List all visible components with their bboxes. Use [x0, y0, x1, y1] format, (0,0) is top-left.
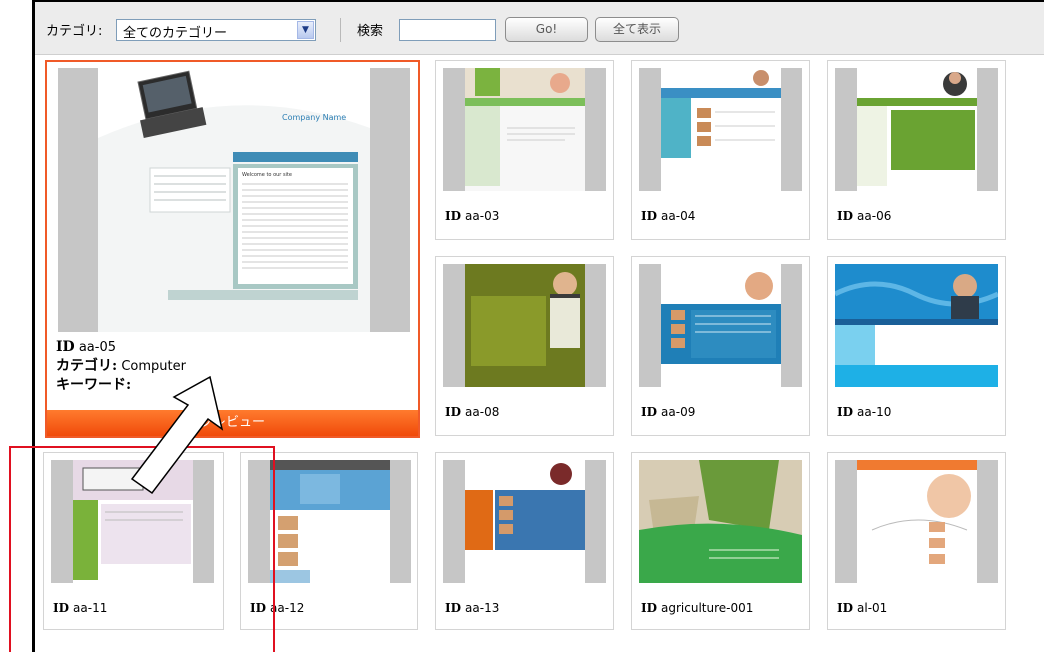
template-card[interactable]: ID aa-13 — [435, 452, 614, 630]
featured-template-card[interactable]: Company Name Welcome to our site ID aa-0… — [45, 60, 420, 438]
thumbnail-preview-image — [465, 460, 585, 550]
template-id: agriculture-001 — [661, 601, 754, 615]
template-id-caption: ID aa-13 — [445, 601, 499, 615]
preview-button[interactable]: プレビュー — [47, 410, 418, 436]
template-card[interactable]: ID al-01 — [827, 452, 1006, 630]
template-thumbnail[interactable] — [639, 460, 802, 583]
template-card[interactable]: ID aa-04 — [631, 60, 810, 240]
template-id-caption: ID aa-08 — [445, 405, 499, 419]
template-card[interactable]: ID aa-09 — [631, 256, 810, 436]
thumbnail-preview-image — [661, 68, 781, 158]
search-label: 検索 — [357, 24, 384, 39]
template-id-caption: ID aa-06 — [837, 209, 891, 223]
template-id-caption: ID al-01 — [837, 601, 887, 615]
show-all-button[interactable]: 全て表示 — [595, 17, 679, 42]
thumbnail-preview-image: Company Name Welcome to our site — [98, 68, 370, 332]
template-thumbnail[interactable] — [443, 68, 606, 191]
template-id-caption: ID aa-04 — [641, 209, 695, 223]
template-id: aa-12 — [270, 601, 305, 615]
thumbnail-company-name: Company Name — [282, 113, 346, 122]
category-select[interactable]: 全てのカテゴリー ▼ — [116, 19, 316, 41]
template-category: Computer — [121, 359, 186, 374]
template-id: aa-03 — [465, 209, 500, 223]
template-thumbnail[interactable] — [639, 264, 802, 387]
template-thumbnail[interactable] — [639, 68, 802, 191]
template-thumbnail[interactable] — [443, 460, 606, 583]
keyword-field-label: キーワード: — [56, 377, 132, 393]
thumbnail-preview-image — [270, 460, 390, 583]
template-id: aa-04 — [661, 209, 696, 223]
id-label: ID — [641, 405, 658, 419]
thumbnail-preview-image — [857, 460, 977, 583]
template-id-caption: ID aa-03 — [445, 209, 499, 223]
template-thumbnail[interactable] — [835, 68, 998, 191]
thumbnail-preview-image — [661, 264, 781, 364]
annotation-arrow-icon — [130, 375, 224, 495]
thumbnail-preview-image — [835, 264, 998, 387]
thumbnail-welcome-text: Welcome to our site — [242, 172, 292, 178]
thumbnail-preview-image — [639, 460, 802, 583]
id-label: ID — [445, 209, 462, 223]
id-label: ID — [837, 405, 854, 419]
chevron-down-icon[interactable]: ▼ — [297, 21, 314, 39]
template-thumbnail[interactable] — [835, 460, 998, 583]
template-id-caption: ID aa-09 — [641, 405, 695, 419]
template-id: aa-09 — [661, 405, 696, 419]
template-card[interactable]: ID aa-03 — [435, 60, 614, 240]
template-id-caption: ID aa-10 — [837, 405, 891, 419]
id-label: ID — [641, 601, 658, 615]
template-card[interactable]: ID aa-06 — [827, 60, 1006, 240]
thumbnail-preview-image — [857, 68, 977, 186]
template-thumbnail[interactable] — [835, 264, 998, 387]
id-label: ID — [445, 405, 462, 419]
template-id: al-01 — [857, 601, 888, 615]
filter-toolbar: カテゴリ: 全てのカテゴリー ▼ 検索 Go! 全て表示 — [35, 2, 1044, 55]
id-label: ID — [641, 209, 658, 223]
template-thumbnail[interactable] — [443, 264, 606, 387]
template-id: aa-13 — [465, 601, 500, 615]
category-label: カテゴリ: — [46, 24, 103, 39]
id-label: ID — [56, 339, 75, 355]
category-field-label: カテゴリ: — [56, 358, 118, 374]
thumbnail-preview-image — [465, 264, 585, 387]
template-id: aa-08 — [465, 405, 500, 419]
id-label: ID — [445, 601, 462, 615]
template-id: aa-05 — [78, 340, 117, 355]
template-id: aa-06 — [857, 209, 892, 223]
template-id: aa-10 — [857, 405, 892, 419]
id-label: ID — [837, 209, 854, 223]
id-label: ID — [837, 601, 854, 615]
toolbar-divider — [340, 18, 341, 42]
search-input[interactable] — [399, 19, 496, 41]
template-id-caption: ID agriculture-001 — [641, 601, 753, 615]
template-card[interactable]: ID aa-10 — [827, 256, 1006, 436]
template-card[interactable]: ID aa-08 — [435, 256, 614, 436]
template-card[interactable]: ID agriculture-001 — [631, 452, 810, 630]
go-button[interactable]: Go! — [505, 17, 588, 42]
thumbnail-preview-image — [465, 68, 585, 186]
template-thumbnail[interactable]: Company Name Welcome to our site — [58, 68, 410, 332]
category-select-value: 全てのカテゴリー — [123, 26, 228, 41]
